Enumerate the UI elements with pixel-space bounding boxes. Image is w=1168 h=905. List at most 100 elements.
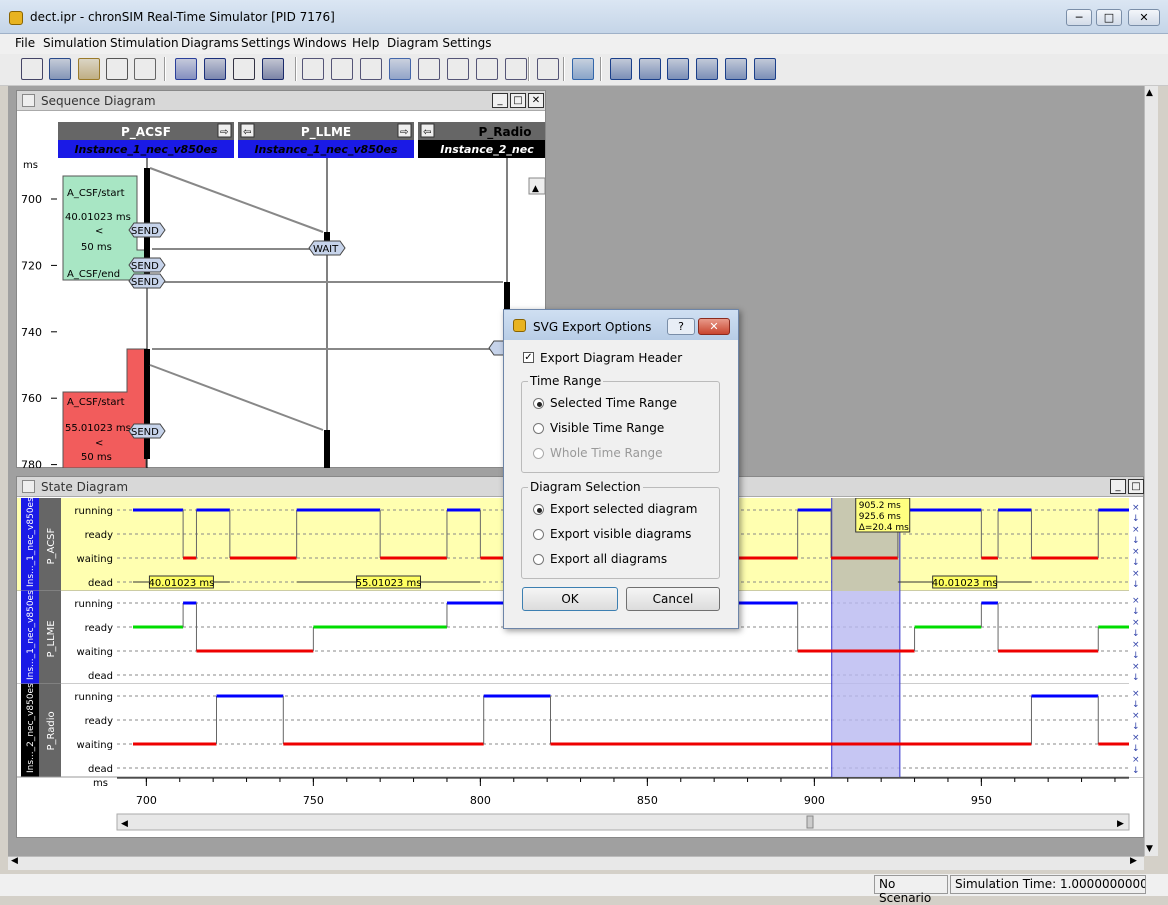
state-level-label: ready <box>85 623 114 634</box>
row-control-icon: ↓ <box>1132 651 1140 661</box>
state-level-label: ready <box>85 716 114 727</box>
radio-export-selected-diagram[interactable] <box>533 504 544 515</box>
report-icon[interactable] <box>106 58 128 80</box>
mdi-vertical-scrollbar[interactable] <box>1144 86 1158 856</box>
task-limit-label: 50 ms <box>81 452 112 463</box>
zoom-in-icon[interactable] <box>610 58 632 80</box>
mdi-horizontal-scrollbar[interactable] <box>8 856 1144 870</box>
eye-icon[interactable] <box>572 58 594 80</box>
scroll-thumb <box>806 815 814 829</box>
pause-icon[interactable] <box>233 58 255 80</box>
dialog-close-button[interactable]: ✕ <box>698 318 730 335</box>
menu-simulation[interactable]: Simulation <box>43 36 107 50</box>
app-icon <box>9 11 23 25</box>
state-minimize-button[interactable]: _ <box>1110 479 1126 494</box>
sequence-diagram-canvas: ⇨ ⇦ ⇨ ⇦ P_ACSF Instance_1_nec_v850es P_L… <box>21 122 545 468</box>
zoom-out-icon[interactable] <box>639 58 661 80</box>
remove-icon[interactable] <box>725 58 747 80</box>
state-maximize-button[interactable]: □ <box>1128 479 1144 494</box>
scroll-down-icon[interactable]: ▼ <box>1146 844 1153 854</box>
lane-instance: Instance_1_nec_v850es <box>254 143 398 156</box>
open-project-icon[interactable] <box>21 58 43 80</box>
cursor-delta: Δ=20.4 ms <box>859 523 909 533</box>
state-row-instance: Ins..._1_nec_v850es <box>26 498 36 587</box>
align-icon[interactable] <box>667 58 689 80</box>
sequence-close-button[interactable]: ✕ <box>528 93 544 108</box>
state-level-label: ready <box>85 530 114 541</box>
scroll-right-icon[interactable]: ▶ <box>1130 856 1137 866</box>
row-control-icon: ↓ <box>1132 607 1140 617</box>
scroll-up-icon[interactable]: ▲ <box>1146 88 1153 98</box>
seq-tick-label: 760 <box>21 392 42 405</box>
dialog-help-button[interactable]: ? <box>667 318 695 335</box>
add-icon[interactable] <box>696 58 718 80</box>
gantt-icon[interactable] <box>360 58 382 80</box>
svg-text:▲: ▲ <box>532 184 539 194</box>
x-tick-label: 950 <box>971 794 992 807</box>
state-horizontal-scrollbar <box>116 813 1130 831</box>
task-lt-label: < <box>95 226 103 237</box>
option-label: Visible Time Range <box>550 421 665 435</box>
duration-label: 55.01023 ms <box>356 578 422 589</box>
seq-tick-label: 720 <box>21 259 42 272</box>
menu-diagrams[interactable]: Diagrams <box>181 36 239 50</box>
signal-icon[interactable] <box>537 58 559 80</box>
line-chart-icon[interactable] <box>447 58 469 80</box>
menu-settings[interactable]: Settings <box>241 36 290 50</box>
row-control-icon: × <box>1132 711 1140 721</box>
row-control-icon: ↓ <box>1132 673 1140 683</box>
state-x-unit: ms <box>93 778 108 789</box>
close-button[interactable]: ✕ <box>1128 9 1160 26</box>
state-row-band <box>17 684 1143 777</box>
sequence-diagram-icon[interactable] <box>331 58 353 80</box>
menu-file[interactable]: File <box>15 36 35 50</box>
row-control-icon: × <box>1132 547 1140 557</box>
scroll-right-icon: ▶ <box>1117 819 1124 829</box>
state-diagram-icon[interactable] <box>302 58 324 80</box>
option-label: Selected Time Range <box>550 396 678 410</box>
scroll-left-icon[interactable]: ◀ <box>11 856 18 866</box>
ok-button[interactable]: OK <box>522 587 618 611</box>
menu-diagram-settings[interactable]: Diagram Settings <box>387 36 492 50</box>
lane-instance: Instance_2_nec <box>440 143 534 156</box>
maximize-button[interactable]: □ <box>1096 9 1122 26</box>
radio-visible-time-range[interactable] <box>533 423 544 434</box>
sequence-maximize-button[interactable]: □ <box>510 93 526 108</box>
sequence-minimize-button[interactable]: _ <box>492 93 508 108</box>
fast-forward-icon[interactable] <box>175 58 197 80</box>
stop-icon[interactable] <box>262 58 284 80</box>
svg-export-dialog: SVG Export Options ? ✕ ✓ Export Diagram … <box>503 309 739 629</box>
x-tick-label: 750 <box>303 794 324 807</box>
radio-export-all-diagrams[interactable] <box>533 554 544 565</box>
print-icon[interactable] <box>134 58 156 80</box>
toolbar-separator <box>563 57 565 81</box>
histogram-icon[interactable] <box>476 58 498 80</box>
radio-export-visible-diagrams[interactable] <box>533 529 544 540</box>
export-header-checkbox[interactable]: ✓ <box>523 352 534 363</box>
scroll-left-icon: ◀ <box>121 819 128 829</box>
menu-help[interactable]: Help <box>352 36 379 50</box>
row-control-icon: × <box>1132 755 1140 765</box>
step-icon[interactable] <box>204 58 226 80</box>
x-tick-label: 700 <box>136 794 157 807</box>
settings-icon[interactable] <box>78 58 100 80</box>
cancel-button[interactable]: Cancel <box>626 587 720 611</box>
menu-windows[interactable]: Windows <box>293 36 347 50</box>
save-project-icon[interactable] <box>49 58 71 80</box>
option-label: Export selected diagram <box>550 502 698 516</box>
row-control-icon: × <box>1132 662 1140 672</box>
time-selection <box>831 591 900 777</box>
state-row-name: P_ACSF <box>46 527 57 564</box>
minimize-button[interactable]: ─ <box>1066 9 1092 26</box>
range-icon[interactable] <box>505 58 527 80</box>
state-level-label: dead <box>88 578 113 589</box>
bar-chart-icon[interactable] <box>389 58 411 80</box>
menu-stimulation[interactable]: Stimulation <box>110 36 179 50</box>
menu-icon[interactable] <box>754 58 776 80</box>
sequence-window-title: Sequence Diagram <box>41 94 156 108</box>
x-tick-label: 800 <box>470 794 491 807</box>
radio-selected-time-range[interactable] <box>533 398 544 409</box>
seq-tick-label: 700 <box>21 193 42 206</box>
state-window-icon <box>22 480 35 493</box>
candlestick-icon[interactable] <box>418 58 440 80</box>
